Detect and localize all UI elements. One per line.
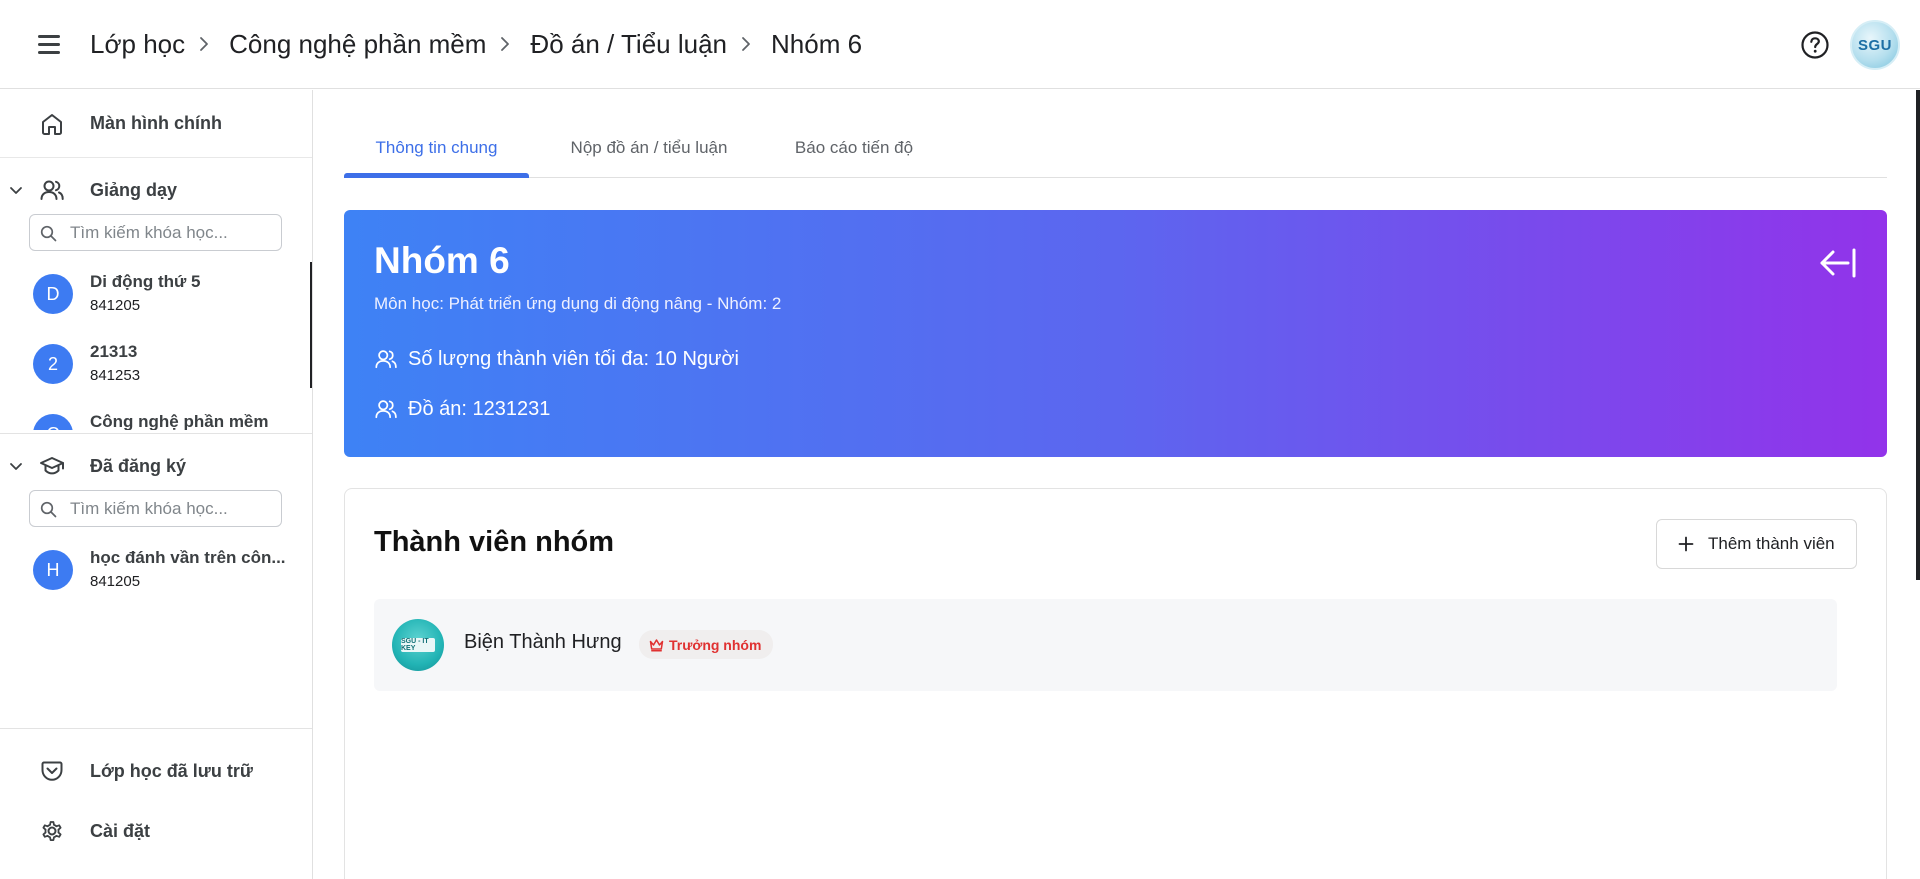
chevron-down-icon <box>8 182 24 198</box>
member-name: Biện Thành Hưng <box>464 631 622 653</box>
section-enrolled[interactable]: Đã đăng ký <box>0 446 312 486</box>
course-name: Di động thứ 5 <box>90 272 201 291</box>
help-icon[interactable] <box>1800 30 1830 60</box>
list-item[interactable]: 2 21313 841253 <box>0 330 312 398</box>
divider <box>0 433 312 434</box>
avatar-logo-text: SGU - IT KEY <box>401 638 435 652</box>
course-name: học đánh vần trên côn... <box>90 548 286 567</box>
crown-icon <box>649 638 664 651</box>
course-code: 841205 <box>90 297 141 314</box>
breadcrumb-projects[interactable]: Đồ án / Tiểu luận <box>530 29 727 60</box>
breadcrumb-classes[interactable]: Lớp học <box>90 29 185 60</box>
course-code: 841205 <box>90 573 141 590</box>
course-name: Công nghệ phần mềm <box>90 412 269 430</box>
course-avatar: H <box>33 550 73 590</box>
sidebar-item-label: Lớp học đã lưu trữ <box>90 760 253 781</box>
search-input[interactable] <box>70 221 275 245</box>
avatar: SGU - IT KEY <box>392 619 444 671</box>
course-avatar: D <box>33 274 73 314</box>
search-icon <box>40 225 57 242</box>
main-content: Thông tin chung Nộp đồ án / tiểu luận Bá… <box>344 90 1887 879</box>
tab-general-info[interactable]: Thông tin chung <box>344 128 529 178</box>
section-teaching[interactable]: Giảng dạy <box>0 170 312 210</box>
max-members-row: Số lượng thành viên tối đa: 10 Người <box>374 344 739 374</box>
project-row: Đồ án: 1231231 <box>374 394 550 424</box>
graduation-cap-icon <box>39 453 65 479</box>
active-tab-indicator <box>344 173 529 178</box>
chevron-right-icon <box>741 36 751 52</box>
arrow-left-to-line-icon[interactable] <box>1818 246 1858 280</box>
chevron-right-icon <box>199 36 209 52</box>
users-icon <box>375 350 397 369</box>
teaching-search <box>29 214 282 251</box>
sidebar: Màn hình chính Giảng dạy D Di động thứ 5… <box>0 90 313 879</box>
user-avatar[interactable]: SGU <box>1850 20 1900 70</box>
sidebar-item-home[interactable]: Màn hình chính <box>0 90 312 158</box>
breadcrumb-group[interactable]: Nhóm 6 <box>771 29 862 60</box>
group-title: Nhóm 6 <box>374 240 510 281</box>
status-badge: Trưởng nhóm <box>639 630 774 659</box>
group-subtitle: Môn học: Phát triển ứng dụng di động nân… <box>374 294 782 313</box>
menu-icon[interactable] <box>36 32 64 56</box>
list-item[interactable]: H học đánh vần trên côn... 841205 <box>0 536 312 604</box>
course-code: 841253 <box>90 367 141 384</box>
course-name: 21313 <box>90 342 138 361</box>
archive-icon <box>39 758 65 784</box>
max-members-text: Số lượng thành viên tối đa: 10 Người <box>408 347 739 370</box>
section-label: Đã đăng ký <box>90 455 187 476</box>
sidebar-item-settings[interactable]: Cài đặt <box>0 803 312 859</box>
sidebar-item-label: Màn hình chính <box>90 113 222 133</box>
list-item[interactable]: D Di động thứ 5 841205 <box>0 260 312 328</box>
role-label: Trưởng nhóm <box>669 636 762 653</box>
course-avatar: 2 <box>33 344 73 384</box>
add-member-button[interactable]: Thêm thành viên <box>1656 519 1857 569</box>
scrollbar[interactable] <box>310 262 312 388</box>
search-input[interactable] <box>70 497 275 521</box>
chevron-down-icon <box>8 458 24 474</box>
list-item[interactable]: C Công nghệ phần mềm <box>0 400 312 430</box>
members-card: Thành viên nhóm Thêm thành viên SGU - IT… <box>344 488 1887 879</box>
home-icon <box>39 111 65 137</box>
project-text: Đồ án: 1231231 <box>408 397 551 420</box>
sidebar-item-archived[interactable]: Lớp học đã lưu trữ <box>0 743 312 799</box>
tab-progress-report[interactable]: Báo cáo tiến độ <box>769 128 939 178</box>
gear-icon <box>39 818 65 844</box>
tab-submit-project[interactable]: Nộp đồ án / tiểu luận <box>549 128 749 178</box>
sidebar-item-label: Cài đặt <box>90 820 151 841</box>
members-title: Thành viên nhóm <box>374 526 615 558</box>
teaching-course-list: D Di động thứ 5 841205 2 21313 841253 C … <box>0 260 312 430</box>
list-item[interactable]: SGU - IT KEY Biện Thành Hưng Trưởng nhóm <box>374 599 1837 691</box>
scrollbar[interactable] <box>1916 90 1920 580</box>
search-icon <box>40 501 57 518</box>
divider <box>0 728 312 729</box>
users-icon <box>39 177 65 203</box>
breadcrumb-course[interactable]: Công nghệ phần mềm <box>229 29 486 60</box>
breadcrumb: Lớp học Công nghệ phần mềm Đồ án / Tiểu … <box>90 26 862 62</box>
course-avatar: C <box>33 414 73 430</box>
add-member-label: Thêm thành viên <box>1708 534 1835 553</box>
top-bar: Lớp học Công nghệ phần mềm Đồ án / Tiểu … <box>0 0 1920 89</box>
chevron-right-icon <box>500 36 510 52</box>
plus-icon <box>1678 536 1694 552</box>
section-label: Giảng dạy <box>90 179 178 200</box>
users-icon <box>375 400 397 419</box>
group-banner: Nhóm 6 Môn học: Phát triển ứng dụng di đ… <box>344 210 1887 457</box>
tab-bar: Thông tin chung Nộp đồ án / tiểu luận Bá… <box>344 128 1887 178</box>
enrolled-search <box>29 490 282 527</box>
